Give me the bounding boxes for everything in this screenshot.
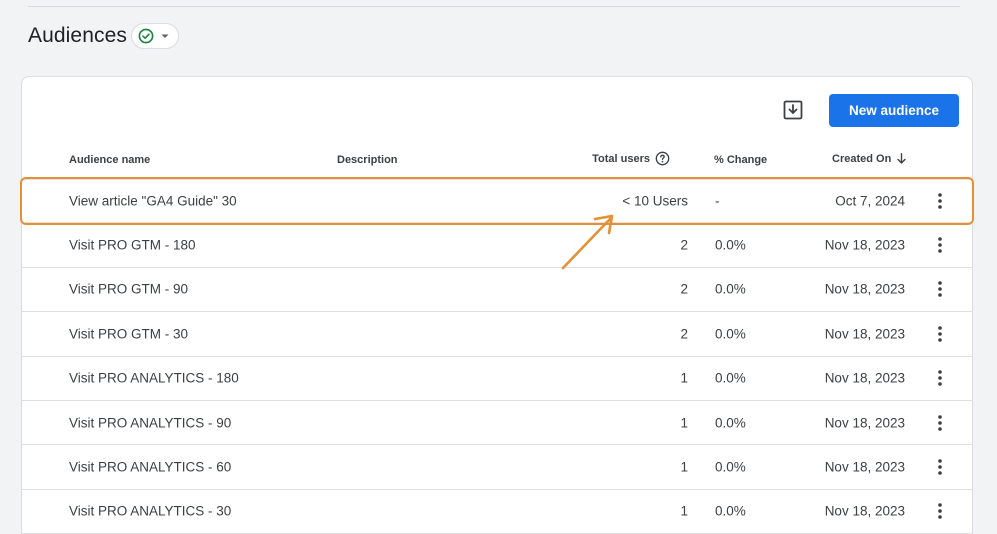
more-vert-icon[interactable] (930, 189, 950, 213)
audience-name[interactable]: Visit PRO ANALYTICS - 90 (69, 415, 231, 430)
more-vert-icon[interactable] (930, 366, 950, 390)
table-row[interactable]: Visit PRO ANALYTICS - 90 1 0.0% Nov 18, … (22, 401, 972, 446)
status-filter-chip[interactable] (130, 23, 179, 49)
created-on: Nov 18, 2023 (824, 459, 905, 475)
more-vert-icon[interactable] (930, 455, 950, 479)
help-circle-icon[interactable] (655, 151, 670, 166)
percent-change: 0.0% (715, 237, 746, 253)
created-on: Nov 18, 2023 (824, 281, 905, 297)
table-row[interactable]: Visit PRO GTM - 90 2 0.0% Nov 18, 2023 (22, 268, 972, 313)
column-header-created-on[interactable]: Created On (832, 152, 908, 165)
arrow-down-icon (897, 153, 907, 164)
table-row[interactable]: View article "GA4 Guide" 30 < 10 Users -… (22, 179, 972, 224)
column-header-description[interactable]: Description (337, 154, 398, 166)
percent-change: 0.0% (715, 503, 746, 519)
percent-change: 0.0% (715, 415, 746, 431)
more-vert-icon[interactable] (930, 277, 950, 301)
audience-name[interactable]: Visit PRO GTM - 90 (69, 282, 188, 297)
created-on: Nov 18, 2023 (824, 326, 905, 342)
more-vert-icon[interactable] (930, 233, 950, 257)
total-users: < 10 Users (622, 193, 688, 209)
audience-name[interactable]: Visit PRO GTM - 180 (69, 238, 196, 253)
audiences-card: New audience Audience name Description T… (21, 76, 973, 534)
percent-change: 0.0% (715, 459, 746, 475)
percent-change: 0.0% (715, 326, 746, 342)
download-icon[interactable] (782, 99, 804, 121)
total-users: 2 (680, 237, 688, 253)
caret-down-icon (161, 34, 169, 38)
more-vert-icon[interactable] (930, 411, 950, 435)
total-users: 1 (680, 503, 688, 519)
table-row[interactable]: Visit PRO ANALYTICS - 180 1 0.0% Nov 18,… (22, 357, 972, 401)
created-on: Nov 18, 2023 (824, 370, 905, 386)
page-header: Audiences (28, 22, 179, 50)
table-row[interactable]: Visit PRO ANALYTICS - 60 1 0.0% Nov 18, … (22, 445, 972, 490)
audience-name[interactable]: Visit PRO ANALYTICS - 60 (69, 460, 231, 475)
table-row[interactable]: Visit PRO ANALYTICS - 30 1 0.0% Nov 18, … (22, 490, 972, 534)
total-users: 1 (680, 459, 688, 475)
percent-change: - (715, 193, 720, 209)
total-users: 1 (680, 415, 688, 431)
check-circle-icon (138, 28, 154, 44)
new-audience-button[interactable]: New audience (829, 94, 959, 127)
percent-change: 0.0% (715, 281, 746, 297)
audience-name[interactable]: Visit PRO GTM - 30 (69, 326, 188, 341)
total-users: 2 (680, 326, 688, 342)
audience-name[interactable]: Visit PRO ANALYTICS - 180 (69, 371, 239, 386)
column-header-change[interactable]: % Change (714, 154, 767, 166)
percent-change: 0.0% (715, 370, 746, 386)
column-header-total-users-label: Total users (592, 152, 650, 165)
created-on: Nov 18, 2023 (824, 237, 905, 253)
audience-list: View article "GA4 Guide" 30 < 10 Users -… (22, 179, 972, 534)
top-divider (28, 6, 960, 7)
more-vert-icon[interactable] (930, 499, 950, 523)
audience-name[interactable]: View article "GA4 Guide" 30 (69, 194, 237, 209)
column-header-total-users[interactable]: Total users (592, 151, 670, 166)
table-header: Audience name Description Total users % … (22, 143, 972, 177)
audience-name[interactable]: Visit PRO ANALYTICS - 30 (69, 504, 231, 519)
more-vert-icon[interactable] (930, 322, 950, 346)
page-title: Audiences (28, 24, 127, 47)
created-on: Oct 7, 2024 (835, 193, 905, 209)
table-row[interactable]: Visit PRO GTM - 30 2 0.0% Nov 18, 2023 (22, 312, 972, 357)
created-on: Nov 18, 2023 (824, 415, 905, 431)
table-row[interactable]: Visit PRO GTM - 180 2 0.0% Nov 18, 2023 (22, 223, 972, 268)
created-on: Nov 18, 2023 (824, 503, 905, 519)
total-users: 2 (680, 281, 688, 297)
total-users: 1 (680, 370, 688, 386)
column-header-created-on-label: Created On (832, 152, 892, 165)
column-header-audience-name[interactable]: Audience name (69, 154, 150, 166)
